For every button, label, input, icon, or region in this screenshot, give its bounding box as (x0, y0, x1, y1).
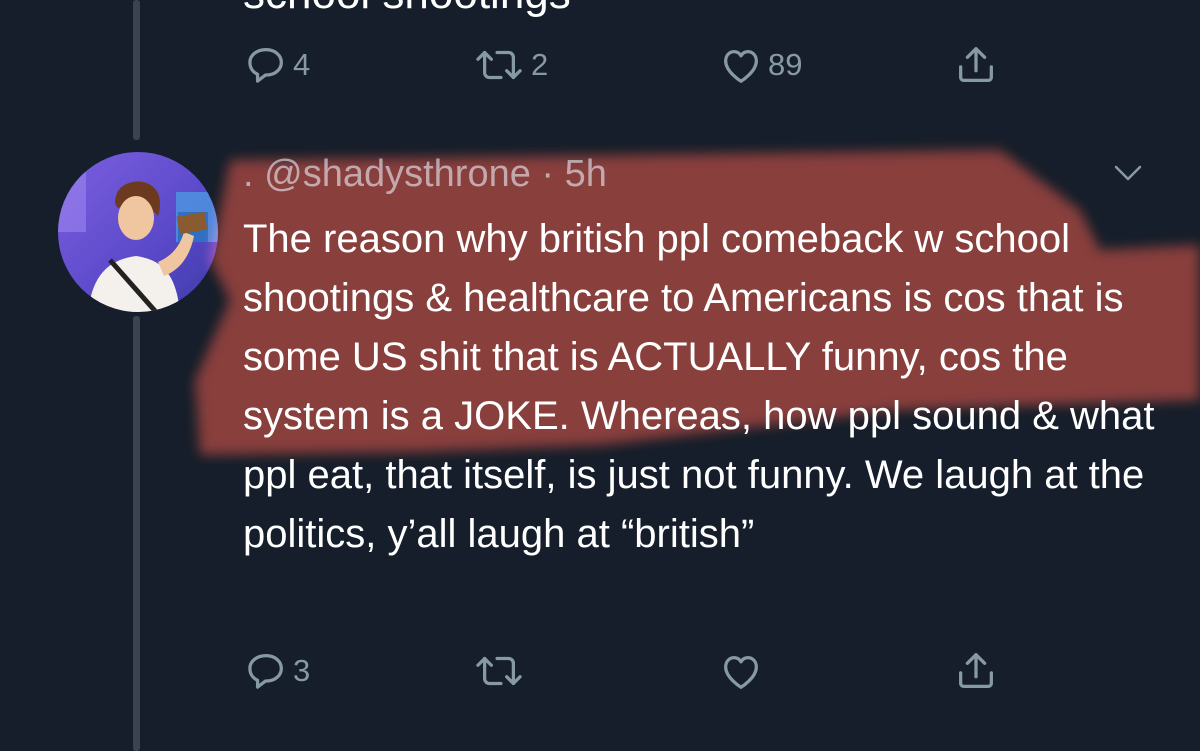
retweet-icon (476, 656, 522, 686)
retweet-count: 2 (531, 47, 549, 82)
reply-count: 3 (293, 653, 311, 688)
retweet-icon (476, 50, 522, 80)
tweet-text: The reason why british ppl comeback w sc… (243, 217, 1155, 556)
reply-count: 4 (293, 47, 311, 82)
like-count: 89 (768, 47, 803, 82)
separator: · (541, 153, 555, 195)
display-name[interactable]: . (243, 153, 254, 195)
thread-line-bottom (133, 316, 140, 751)
like-button[interactable] (718, 646, 764, 696)
thread-line-top (133, 0, 140, 140)
tweet-action-bar: 3 (243, 646, 1003, 696)
previous-tweet-action-bar: 4 2 89 (243, 40, 1003, 90)
tweet-time[interactable]: 5h (565, 153, 607, 195)
avatar[interactable] (58, 152, 218, 312)
reply-icon (248, 48, 283, 83)
share-button[interactable] (953, 40, 999, 90)
like-button[interactable]: 89 (718, 40, 802, 90)
share-button[interactable] (953, 646, 999, 696)
heart-icon (724, 49, 758, 83)
previous-tweet-text: school shootings (243, 0, 571, 16)
reply-button[interactable]: 4 (243, 40, 310, 90)
chevron-down-icon (1114, 165, 1142, 181)
heart-icon (724, 655, 758, 689)
tweet-header: . @shadysthrone · 5h (243, 151, 607, 197)
share-icon (959, 653, 993, 688)
retweet-button[interactable]: 2 (471, 40, 548, 90)
tweet-menu-button[interactable] (1108, 156, 1148, 190)
retweet-button[interactable] (471, 646, 527, 696)
user-handle[interactable]: @shadysthrone (264, 153, 531, 195)
reply-button[interactable]: 3 (243, 646, 310, 696)
reply-icon (248, 654, 283, 689)
share-icon (959, 47, 993, 82)
